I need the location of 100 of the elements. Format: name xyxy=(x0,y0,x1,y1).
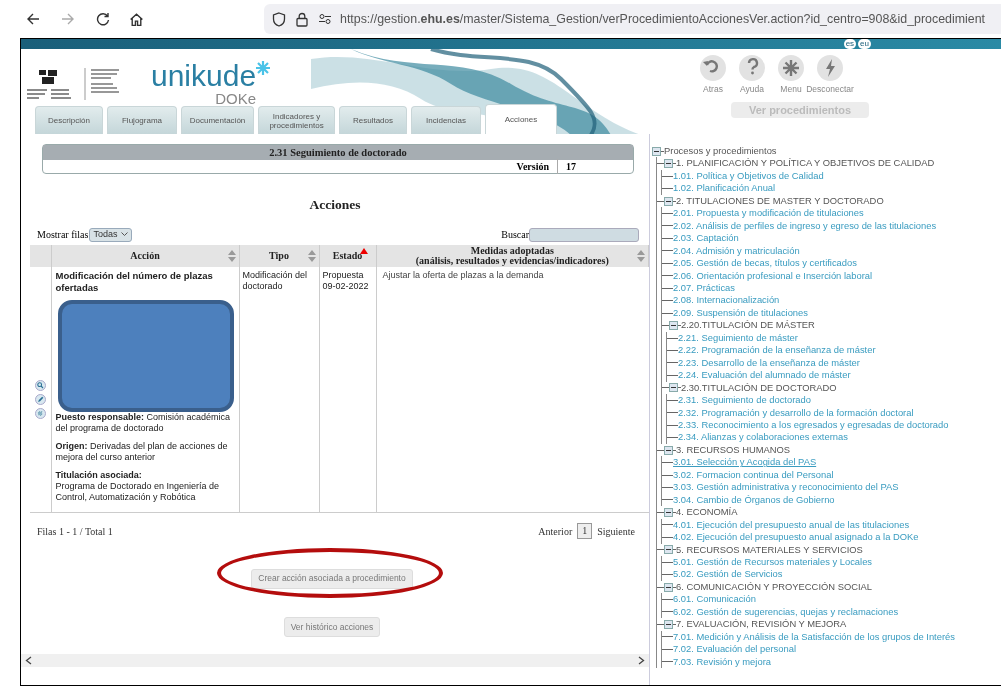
tree-link[interactable]: 4.02. Ejecución del presupuesto anual asignado a la DOKe xyxy=(673,531,919,544)
tree-group[interactable]: 7. EVALUACIÓN, REVISIÓN Y MEJORA xyxy=(676,618,847,631)
date-text: 09-02-2022 xyxy=(322,281,370,293)
reload-icon[interactable] xyxy=(96,12,110,26)
tree-link[interactable]: 7.01. Medición y Análisis de la Satisfacción de los grupos de Interés xyxy=(673,630,955,644)
help-icon[interactable] xyxy=(739,55,765,81)
tree-link[interactable]: 1.01. Política y Objetivos de Calidad xyxy=(673,169,824,183)
lightning-icon[interactable] xyxy=(817,55,843,81)
tab[interactable]: Descripción xyxy=(35,106,103,134)
tree-link[interactable]: 2.01. Propuesta y modificación de titulaciones xyxy=(673,207,864,220)
permissions-icon[interactable] xyxy=(318,13,332,25)
tab[interactable]: Indicadores y procedimientos xyxy=(258,106,335,134)
toolbar-label[interactable]: Ayuda xyxy=(740,83,764,96)
action-button[interactable]: Crear acción asociada a procedimiento xyxy=(251,568,413,589)
collapse-icon[interactable] xyxy=(669,383,678,393)
action-detail: Origen: Derivadas del plan de acciones de mejora del curso anterior xyxy=(55,441,229,464)
tree-link[interactable]: 2.24. Evaluación del alumnado de máster xyxy=(678,369,851,382)
tree-group[interactable]: 2. TITULACIONES DE MASTER Y DOCTORADO xyxy=(676,194,884,208)
tree-link[interactable]: 2.33. Reconocimiento a los egresados y egresadas de doctorado xyxy=(678,418,949,432)
tree-group[interactable]: 6. COMUNICACIÓN Y PROYECCIÓN SOCIAL xyxy=(676,580,873,594)
tree-group[interactable]: 4. ECONOMÍA xyxy=(676,506,738,519)
type-text: Modificación del doctorado xyxy=(242,270,308,292)
tree-link[interactable]: 3.02. Formacion continua del Personal xyxy=(673,468,834,482)
tree-link[interactable]: 7.02. Evaluación del personal xyxy=(673,643,796,656)
collapse-icon[interactable] xyxy=(664,196,673,206)
language-button[interactable]: eu xyxy=(858,39,871,49)
tree-link[interactable]: 3.04. Cambio de Órganos de Gobierno xyxy=(673,493,835,507)
tree-link[interactable]: 6.01. Comunicación xyxy=(673,593,756,606)
version-label: Versión xyxy=(516,159,558,174)
tree-group[interactable]: 2.20.TITULACIÓN DE MÁSTER xyxy=(681,319,815,332)
toolbar-label[interactable]: Desconectar xyxy=(806,83,854,96)
search-icon[interactable] xyxy=(34,380,46,392)
status-text: Propuesta xyxy=(322,270,365,282)
measures-text: Ajustar la oferta de plazas a la demanda xyxy=(382,270,544,281)
tree-link[interactable]: 3.03. Gestión administrativa y reconocimiento del PAS xyxy=(673,481,899,494)
collapse-icon[interactable] xyxy=(664,159,673,169)
search-field[interactable] xyxy=(529,227,639,242)
action-button[interactable]: Ver histórico acciones xyxy=(283,617,381,637)
tree-link[interactable]: 4.01. Ejecución del presupuesto anual de las titulaciones xyxy=(673,518,910,532)
toolbar-label[interactable]: Menu xyxy=(780,83,802,96)
back-icon[interactable] xyxy=(26,12,40,26)
page-number[interactable]: 1 xyxy=(577,523,593,540)
tree-link[interactable]: 2.05. Gestión de becas, títulos y certificados xyxy=(673,257,857,270)
tree-link[interactable]: 7.03. Revisión y mejora xyxy=(673,655,771,669)
scroll-right-icon[interactable] xyxy=(638,656,645,665)
tree-link[interactable]: 3.01. Selección y Acogida del PAS xyxy=(673,456,817,469)
tab[interactable]: Documentación xyxy=(181,106,254,134)
collapse-icon[interactable] xyxy=(669,321,678,331)
language-button[interactable]: es xyxy=(843,39,857,49)
tree-group[interactable]: 1. PLANIFICACIÓN Y POLÍTICA Y OBJETIVOS DE CALIDAD xyxy=(676,157,935,170)
tree-link[interactable]: 2.06. Orientación profesional e Inserción laboral xyxy=(673,269,873,282)
toolbar-label[interactable]: Atras xyxy=(703,83,723,96)
tree-link[interactable]: 2.32. Programación y desarrollo de la formación doctoral xyxy=(678,406,914,419)
tree-group[interactable]: Procesos y procedimientos xyxy=(664,145,777,158)
tab[interactable]: Flujograma xyxy=(107,106,177,134)
tree-link[interactable]: 2.04. Admisión y matriculación xyxy=(673,244,800,258)
tab[interactable]: Resultados xyxy=(339,106,407,134)
rows-select[interactable]: Todas xyxy=(89,227,133,242)
column-header[interactable]: Tipo xyxy=(241,251,317,262)
collapse-icon[interactable] xyxy=(664,582,673,592)
tree-link[interactable]: 2.21. Seguimiento de máster xyxy=(678,331,798,345)
tree-group[interactable]: 3. RECURSOS HUMANOS xyxy=(676,443,791,457)
previous-link[interactable]: Anterior xyxy=(538,523,573,539)
tree-link[interactable]: 6.02. Gestión de sugerencias, quejas y reclamaciones xyxy=(673,605,899,619)
tree-link[interactable]: 2.07. Prácticas xyxy=(673,282,735,295)
collapse-icon[interactable] xyxy=(652,146,661,156)
horizontal-scrollbar[interactable] xyxy=(21,654,649,667)
tree-link[interactable]: 5.01. Gestión de Recursos materiales y Locales xyxy=(673,555,873,569)
column-header[interactable]: Estado xyxy=(321,251,374,262)
tree-link[interactable]: 2.34. Alianzas y colaboraciones externas xyxy=(678,431,848,444)
tree-link[interactable]: 2.09. Suspensión de titulaciones xyxy=(673,306,808,320)
tree-link[interactable]: 2.22. Programación de la enseñanza de máster xyxy=(678,344,876,357)
asterisk-icon[interactable] xyxy=(778,55,804,81)
next-link[interactable]: Siguiente xyxy=(597,523,635,539)
scroll-left-icon[interactable] xyxy=(25,656,32,665)
search-label: Buscar xyxy=(501,228,529,243)
collapse-icon[interactable] xyxy=(664,445,673,455)
tree-group[interactable]: 5. RECURSOS MATERIALES Y SERVICIOS xyxy=(676,543,863,556)
tab[interactable]: Incidencias xyxy=(411,106,481,134)
tree-link[interactable]: 2.31. Seguimiento de doctorado xyxy=(678,394,811,407)
row-count: Filas 1 - 1 / Total 1 xyxy=(37,524,113,539)
lock-icon xyxy=(296,11,308,27)
tree-link[interactable]: 2.02. Análisis de perfiles de ingreso y egreso de las titulaciones xyxy=(673,219,937,233)
asterisk-icon xyxy=(256,61,271,75)
home-icon[interactable] xyxy=(129,11,144,27)
tree-link[interactable]: 2.23. Desarrollo de la enseñanza de máster xyxy=(678,356,860,370)
collapse-icon[interactable] xyxy=(664,545,673,555)
tree-link[interactable]: 1.02. Planificación Anual xyxy=(673,182,776,195)
column-header[interactable]: Medidas adoptadas (análisis, resultados y evidencias/indicadores) xyxy=(378,246,646,267)
collapse-icon[interactable] xyxy=(664,619,673,629)
collapse-icon[interactable] xyxy=(664,507,673,517)
tree-group[interactable]: 2.30.TITULACIÓN DE DOCTORADO xyxy=(681,381,837,395)
pencil-icon[interactable] xyxy=(34,394,46,406)
tree-link[interactable]: 2.08. Internacionalización xyxy=(673,294,780,307)
tab[interactable]: Acciones xyxy=(485,104,557,134)
tree-link[interactable]: 5.02. Gestión de Servicios xyxy=(673,568,783,581)
rows-label: Mostrar filas xyxy=(37,228,89,243)
chevron-icon xyxy=(121,232,129,238)
tree-link[interactable]: 2.03. Captación xyxy=(673,232,739,245)
column-header[interactable]: Acción xyxy=(53,251,237,262)
